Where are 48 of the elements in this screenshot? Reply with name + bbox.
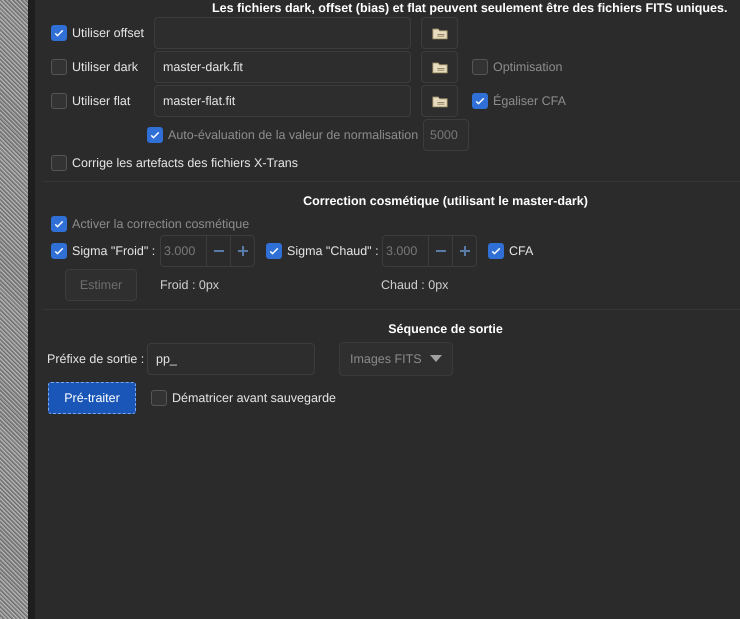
checkbox[interactable] bbox=[51, 243, 67, 259]
checkbox-label: Sigma "Froid" : bbox=[72, 244, 156, 258]
checkmark-icon bbox=[53, 218, 65, 230]
prefix-field[interactable]: pp_ bbox=[147, 343, 315, 375]
checkbox[interactable] bbox=[151, 390, 167, 406]
section-title: Séquence de sortie bbox=[387, 322, 504, 336]
checkbox[interactable] bbox=[266, 243, 282, 259]
browse-button[interactable] bbox=[421, 51, 458, 83]
prefix-label: Préfixe de sortie : bbox=[47, 352, 146, 366]
checkbox-label: Utiliser dark bbox=[72, 60, 138, 74]
checkmark-icon bbox=[268, 245, 280, 257]
checkbox-label: Dématricer avant sauvegarde bbox=[172, 391, 336, 405]
checkbox-label: Corrige les artefacts des fichiers X-Trans bbox=[72, 156, 298, 170]
checkmark-icon bbox=[53, 245, 65, 257]
checkbox-label: Utiliser offset bbox=[72, 26, 144, 40]
section-title: Correction cosmétique (utilisant le master-dark) bbox=[302, 194, 589, 208]
checkbox-label: Égaliser CFA bbox=[493, 94, 566, 108]
checkbox[interactable] bbox=[488, 243, 504, 259]
result-text: Chaud : 0px bbox=[381, 278, 448, 292]
notice-text: Les fichiers dark, offset (bias) et flat peuvent seulement être des fichiers FITS uniques. bbox=[212, 1, 728, 16]
spin-value: 3.000 bbox=[163, 244, 196, 258]
result-text: Froid : 0px bbox=[160, 278, 220, 292]
spin-value: 3.000 bbox=[385, 244, 418, 258]
checkbox-label: CFA bbox=[509, 244, 534, 258]
checkmark-icon bbox=[474, 95, 486, 107]
folder-icon bbox=[432, 26, 448, 40]
checkbox-label: Activer la correction cosmétique bbox=[72, 217, 250, 231]
spin-field[interactable]: 3.000 bbox=[382, 235, 477, 267]
checkbox-label: Utiliser flat bbox=[72, 94, 130, 108]
checkmark-icon bbox=[490, 245, 502, 257]
folder-icon bbox=[432, 94, 448, 108]
browse-button[interactable] bbox=[421, 17, 458, 49]
checkbox[interactable] bbox=[51, 25, 67, 41]
checkbox-label: Auto-évaluation de la valeur de normalisation bbox=[168, 128, 418, 142]
checkbox[interactable] bbox=[51, 155, 67, 171]
checkmark-icon bbox=[149, 129, 161, 141]
caret-icon bbox=[430, 355, 442, 363]
file-field[interactable]: master-flat.fit bbox=[154, 85, 411, 117]
file-field[interactable]: master-dark.fit bbox=[154, 51, 411, 83]
preprocess-button[interactable]: Pré-traiter bbox=[48, 382, 136, 414]
checkmark-icon bbox=[53, 27, 65, 39]
checkbox-label: Optimisation bbox=[493, 60, 562, 74]
checkbox[interactable] bbox=[51, 59, 67, 75]
checkbox-label: Sigma "Chaud" : bbox=[287, 244, 379, 258]
folder-icon bbox=[432, 60, 448, 74]
spin-field[interactable]: 3.000 bbox=[160, 235, 255, 267]
browse-button[interactable] bbox=[421, 85, 458, 117]
checkbox[interactable] bbox=[51, 93, 67, 109]
